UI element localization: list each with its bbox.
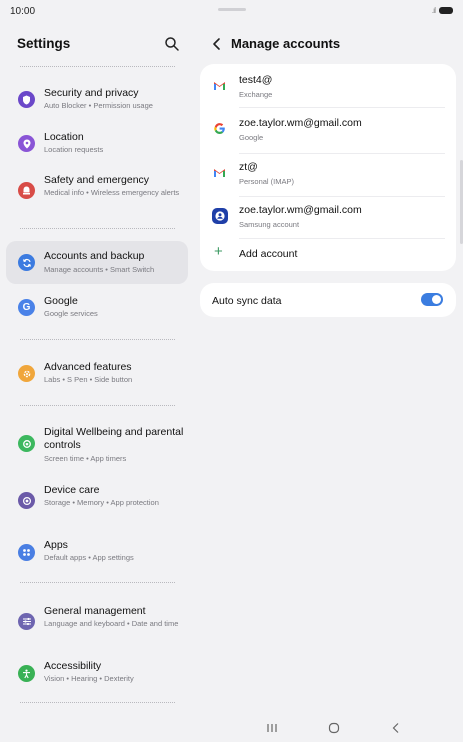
alert-icon (18, 182, 35, 199)
status-time: 10:00 (10, 6, 36, 17)
menu-item-subtitle: Auto Blocker • Permission usage (44, 101, 153, 110)
menu-item-title: Security and privacy (44, 87, 139, 99)
status-bar: 10:00 .ıl (0, 0, 463, 24)
menu-item-google[interactable]: G Google Google services (6, 288, 188, 328)
account-row-exchange[interactable]: test4@ Exchange (200, 67, 456, 110)
divider (20, 228, 175, 229)
recent-apps-button[interactable] (263, 720, 281, 736)
toggle-knob (432, 295, 441, 304)
menu-item-title: Google (44, 295, 78, 307)
divider (239, 107, 445, 108)
menu-item-apps[interactable]: Apps Default apps • App settings (6, 533, 188, 573)
drag-handle[interactable] (218, 8, 246, 11)
apps-grid-icon (18, 544, 35, 561)
plus-icon: + (214, 243, 223, 260)
menu-item-advanced-features[interactable]: Advanced features Labs • S Pen • Side bu… (6, 354, 188, 394)
shield-icon (18, 91, 35, 108)
home-button[interactable] (325, 720, 343, 736)
settings-pane: Settings Security and privacy Auto Block… (0, 24, 195, 714)
google-icon (214, 123, 225, 134)
device-care-icon (18, 492, 35, 509)
auto-sync-label: Auto sync data (212, 295, 282, 307)
gmail-icon (214, 169, 225, 177)
add-account-button[interactable]: + Add account (200, 240, 456, 268)
battery-icon (439, 7, 453, 14)
add-account-label: Add account (239, 248, 298, 260)
menu-item-digital-wellbeing[interactable]: Digital Wellbeing and parental controls … (6, 420, 188, 470)
menu-item-title: Accessibility (44, 660, 102, 672)
sync-icon (18, 254, 35, 271)
account-type: Exchange (239, 90, 273, 99)
back-button[interactable] (387, 720, 405, 736)
home-icon (328, 722, 340, 734)
account-type: Google (239, 133, 264, 142)
status-icons: .ıl (432, 6, 453, 15)
gear-icon (18, 365, 35, 382)
google-icon: G (18, 299, 35, 316)
account-type: Samsung account (239, 220, 300, 229)
auto-sync-toggle[interactable] (421, 293, 443, 306)
menu-item-general-management[interactable]: General management Language and keyboard… (6, 599, 188, 647)
page-title: Manage accounts (231, 36, 341, 51)
divider (20, 702, 175, 703)
account-name: zt@ (239, 161, 258, 173)
recent-apps-icon (267, 724, 277, 732)
menu-item-subtitle: Google services (44, 309, 98, 318)
menu-item-safety-emergency[interactable]: Safety and emergency Medical info • Wire… (6, 167, 188, 217)
menu-item-accounts-backup[interactable]: Accounts and backup Manage accounts • Sm… (6, 241, 188, 284)
navigation-bar (0, 714, 463, 742)
menu-item-accessibility[interactable]: Accessibility Vision • Hearing • Dexteri… (6, 654, 188, 694)
menu-item-location[interactable]: Location Location requests (6, 124, 188, 164)
menu-item-title: Apps (44, 539, 68, 551)
menu-item-title: Digital Wellbeing and parental controls (44, 426, 184, 451)
menu-item-subtitle: Manage accounts • Smart Switch (44, 265, 155, 274)
menu-item-device-care[interactable]: Device care Storage • Memory • App prote… (6, 478, 188, 526)
menu-item-subtitle: Default apps • App settings (44, 553, 134, 562)
account-row-google[interactable]: zoe.taylor.wm@gmail.com Google (200, 110, 456, 153)
menu-item-subtitle: Location requests (44, 145, 104, 154)
account-type: Personal (IMAP) (239, 177, 295, 186)
back-icon (392, 723, 399, 733)
account-row-samsung[interactable]: zoe.taylor.wm@gmail.com Samsung account (200, 197, 456, 240)
accessibility-icon (18, 665, 35, 682)
menu-item-subtitle: Vision • Hearing • Dexterity (44, 674, 134, 683)
menu-item-subtitle: Language and keyboard • Date and time (44, 619, 179, 628)
divider (20, 339, 175, 340)
menu-item-title: General management (44, 605, 146, 617)
account-name: zoe.taylor.wm@gmail.com (239, 117, 362, 129)
back-arrow-icon[interactable] (210, 36, 224, 52)
account-name: zoe.taylor.wm@gmail.com (239, 204, 362, 216)
divider (20, 582, 175, 583)
menu-item-subtitle: Screen time • App timers (44, 454, 127, 463)
menu-item-title: Accounts and backup (44, 250, 145, 262)
samsung-account-icon (212, 208, 228, 224)
signal-icon: .ıl (431, 6, 436, 15)
menu-item-subtitle: Storage • Memory • App protection (44, 498, 159, 507)
account-row-imap[interactable]: zt@ Personal (IMAP) (200, 154, 456, 197)
divider (20, 66, 175, 67)
menu-item-security-privacy[interactable]: Security and privacy Auto Blocker • Perm… (6, 80, 188, 120)
divider (20, 405, 175, 406)
manage-accounts-pane: Manage accounts test4@ Exchange zoe.tayl… (200, 24, 463, 714)
menu-item-subtitle: Labs • S Pen • Side button (44, 375, 133, 384)
accounts-card: test4@ Exchange zoe.taylor.wm@gmail.com … (200, 64, 456, 271)
sliders-icon (18, 613, 35, 630)
menu-item-title: Advanced features (44, 361, 132, 373)
divider (239, 238, 445, 239)
search-icon[interactable] (164, 36, 180, 52)
menu-item-title: Safety and emergency (44, 174, 150, 186)
menu-item-title: Device care (44, 484, 100, 496)
location-pin-icon (18, 135, 35, 152)
menu-item-title: Location (44, 131, 84, 143)
auto-sync-row[interactable]: Auto sync data (200, 283, 456, 317)
account-name: test4@ (239, 74, 273, 86)
wellbeing-icon (18, 435, 35, 452)
menu-item-subtitle: Medical info • Wireless emergency alerts (44, 188, 180, 197)
gmail-icon (214, 82, 225, 90)
settings-title: Settings (17, 36, 71, 51)
